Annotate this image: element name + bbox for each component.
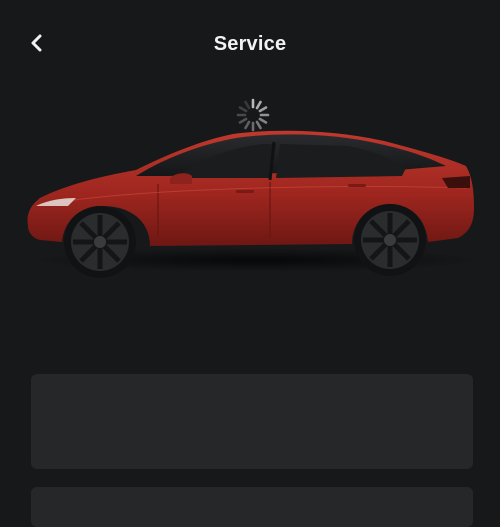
rear-wheel <box>354 204 426 276</box>
service-card[interactable] <box>31 487 473 527</box>
header-bar: Service <box>0 22 500 68</box>
page-title: Service <box>213 33 287 55</box>
front-wheel <box>64 206 136 278</box>
car-image <box>27 130 483 278</box>
service-card[interactable] <box>31 374 473 469</box>
service-screen: Service <box>0 0 500 527</box>
